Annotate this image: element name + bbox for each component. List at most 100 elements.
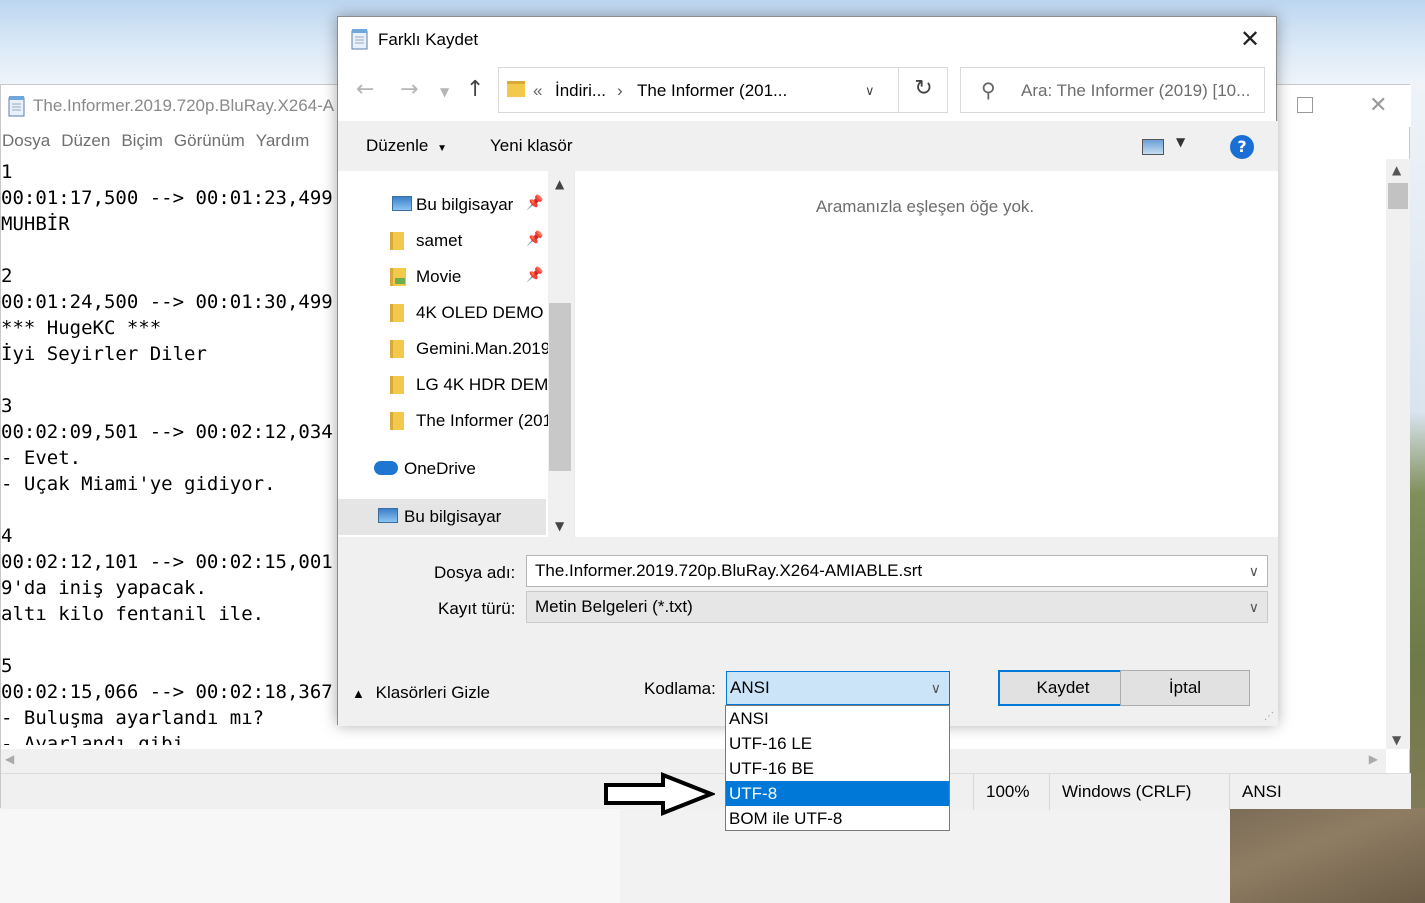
refresh-icon: ↻: [914, 76, 933, 101]
refresh-button[interactable]: ↻: [898, 67, 948, 113]
nav-item-label: Movie: [416, 267, 462, 286]
close-icon[interactable]: ✕: [1240, 25, 1260, 53]
file-list-pane[interactable]: Aramanızla eşleşen öğe yok.: [574, 171, 1278, 537]
nav-item-label: LG 4K HDR DEMO: [416, 375, 548, 394]
encoding-option-utf16le[interactable]: UTF-16 LE: [726, 731, 949, 756]
nav-item-label: Gemini.Man.2019: [416, 339, 548, 358]
computer-icon: [378, 508, 398, 523]
notepad-app-icon: [351, 29, 368, 50]
menu-help[interactable]: Yardım: [255, 131, 311, 155]
scroll-up-icon[interactable]: ▲: [1392, 163, 1401, 177]
menu-view[interactable]: Görünüm: [173, 131, 246, 155]
menu-file[interactable]: Dosya: [1, 131, 51, 155]
pin-icon: 📌: [526, 194, 544, 210]
view-options-icon[interactable]: [1142, 139, 1164, 155]
encoding-select[interactable]: ANSI ∨: [726, 671, 950, 705]
notepad-menubar: Dosya Düzen Biçim Görünüm Yardım: [1, 131, 319, 155]
command-bar: Düzenle ▼ Yeni klasör ▼ ?: [338, 121, 1278, 171]
filename-value: The.Informer.2019.720p.BluRay.X264-AMIAB…: [535, 561, 923, 580]
scroll-right-icon[interactable]: ▶: [1369, 752, 1378, 766]
back-arrow-icon[interactable]: ←: [356, 77, 374, 102]
folder-icon: [507, 81, 525, 97]
filetype-select[interactable]: Metin Belgeleri (*.txt) ∨: [526, 591, 1268, 623]
filename-field[interactable]: The.Informer.2019.720p.BluRay.X264-AMIAB…: [526, 555, 1268, 587]
scroll-down-icon[interactable]: ▼: [1392, 733, 1401, 747]
recent-locations-chevron-icon[interactable]: ▼: [440, 85, 449, 99]
computer-icon: [392, 196, 412, 211]
close-icon[interactable]: ✕: [1369, 93, 1387, 118]
search-icon: ⚲: [981, 78, 996, 102]
resize-grip-icon[interactable]: ⋰: [1264, 711, 1274, 722]
encoding-option-utf8[interactable]: UTF-8: [726, 781, 949, 806]
onedrive-cloud-icon: [374, 461, 398, 475]
filetype-value: Metin Belgeleri (*.txt): [535, 597, 693, 616]
folder-icon: [390, 376, 404, 394]
status-encoding: ANSI: [1229, 774, 1411, 810]
nav-item-the-informer[interactable]: The Informer (2019: [338, 403, 548, 439]
caret-down-icon: ▼: [437, 143, 448, 154]
save-button[interactable]: Kaydet: [998, 670, 1128, 706]
nav-item-gemini-man[interactable]: Gemini.Man.2019: [338, 331, 548, 367]
encoding-option-utf16be[interactable]: UTF-16 BE: [726, 756, 949, 781]
nav-item-samet[interactable]: samet 📌: [338, 223, 548, 259]
encoding-option-utf8-bom[interactable]: BOM ile UTF-8: [726, 806, 949, 831]
cancel-button[interactable]: İptal: [1120, 670, 1250, 706]
nav-item-label: samet: [416, 231, 463, 250]
menu-format[interactable]: Biçim: [120, 131, 164, 155]
nav-item-this-pc-quick[interactable]: Bu bilgisayar 📌: [338, 187, 548, 223]
search-input[interactable]: ⚲ Ara: The Informer (2019) [10...: [960, 67, 1265, 113]
folder-icon: [390, 340, 404, 358]
annotation-arrow-icon: [604, 772, 715, 816]
scroll-left-icon[interactable]: ◀: [5, 752, 14, 766]
status-zoom: 100%: [973, 774, 1029, 810]
address-bar[interactable]: « İndiri... › The Informer (201... ∨: [498, 67, 948, 113]
nav-item-movie[interactable]: Movie 📌: [338, 259, 548, 295]
up-arrow-icon[interactable]: ↑: [466, 77, 484, 102]
empty-results-message: Aramanızla eşleşen öğe yok.: [815, 197, 1035, 216]
maximize-icon[interactable]: [1297, 97, 1313, 113]
address-dropdown-chevron-icon[interactable]: ∨: [865, 83, 875, 99]
desktop-area: [0, 808, 620, 903]
breadcrumb-downloads[interactable]: İndiri...: [555, 81, 606, 101]
scroll-thumb[interactable]: [549, 303, 571, 471]
pin-icon: 📌: [526, 230, 544, 246]
search-placeholder: Ara: The Informer (2019) [10...: [1021, 81, 1251, 100]
folder-icon: [390, 304, 404, 322]
nav-item-this-pc[interactable]: Bu bilgisayar: [338, 499, 546, 535]
menu-edit[interactable]: Düzen: [60, 131, 111, 155]
nav-item-lg-4k-hdr-demo[interactable]: LG 4K HDR DEMO: [338, 367, 548, 403]
forward-arrow-icon[interactable]: →: [400, 77, 418, 102]
scroll-down-icon[interactable]: ▼: [555, 519, 564, 533]
organize-button[interactable]: Düzenle ▼: [366, 136, 447, 156]
pin-icon: 📌: [526, 266, 544, 282]
status-line-ending: Windows (CRLF): [1049, 774, 1191, 810]
save-options-area: Dosya adı: The.Informer.2019.720p.BluRay…: [338, 537, 1278, 726]
navigation-scrollbar[interactable]: ▲ ▼: [548, 171, 574, 537]
save-as-dialog: Farklı Kaydet ✕ ← → ▼ ↑ « İndiri... › Th…: [337, 16, 1278, 726]
nav-item-label: OneDrive: [404, 459, 476, 478]
videos-folder-icon: [390, 268, 406, 286]
nav-item-onedrive[interactable]: OneDrive: [338, 451, 548, 487]
vertical-scrollbar[interactable]: ▲ ▼: [1386, 159, 1410, 749]
help-icon[interactable]: ?: [1230, 135, 1254, 159]
chevron-down-icon: ∨: [1248, 599, 1259, 615]
desktop-background-photo: [1230, 808, 1425, 903]
hide-folders-label: Klasörleri Gizle: [375, 683, 490, 702]
scroll-up-icon[interactable]: ▲: [555, 177, 564, 191]
caret-down-icon[interactable]: ▼: [1176, 135, 1185, 149]
scroll-thumb[interactable]: [1388, 183, 1408, 209]
new-folder-button[interactable]: Yeni klasör: [490, 136, 573, 156]
breadcrumb-current-folder[interactable]: The Informer (201...: [637, 81, 787, 101]
chevron-down-icon[interactable]: ∨: [1249, 556, 1259, 586]
nav-item-label: 4K OLED DEMO: [416, 303, 544, 322]
address-overflow-icon[interactable]: «: [533, 81, 542, 101]
nav-item-4k-oled-demo[interactable]: 4K OLED DEMO: [338, 295, 548, 331]
nav-item-label: Bu bilgisayar: [416, 195, 514, 214]
encoding-value: ANSI: [730, 678, 770, 697]
nav-item-label: The Informer (2019: [416, 411, 548, 430]
encoding-option-ansi[interactable]: ANSI: [726, 706, 949, 731]
notepad-app-icon: [8, 96, 25, 117]
hide-folders-button[interactable]: ▲ Klasörleri Gizle: [352, 683, 490, 703]
horizontal-scrollbar[interactable]: ◀ ▶: [1, 749, 1386, 773]
folder-icon: [390, 412, 404, 430]
